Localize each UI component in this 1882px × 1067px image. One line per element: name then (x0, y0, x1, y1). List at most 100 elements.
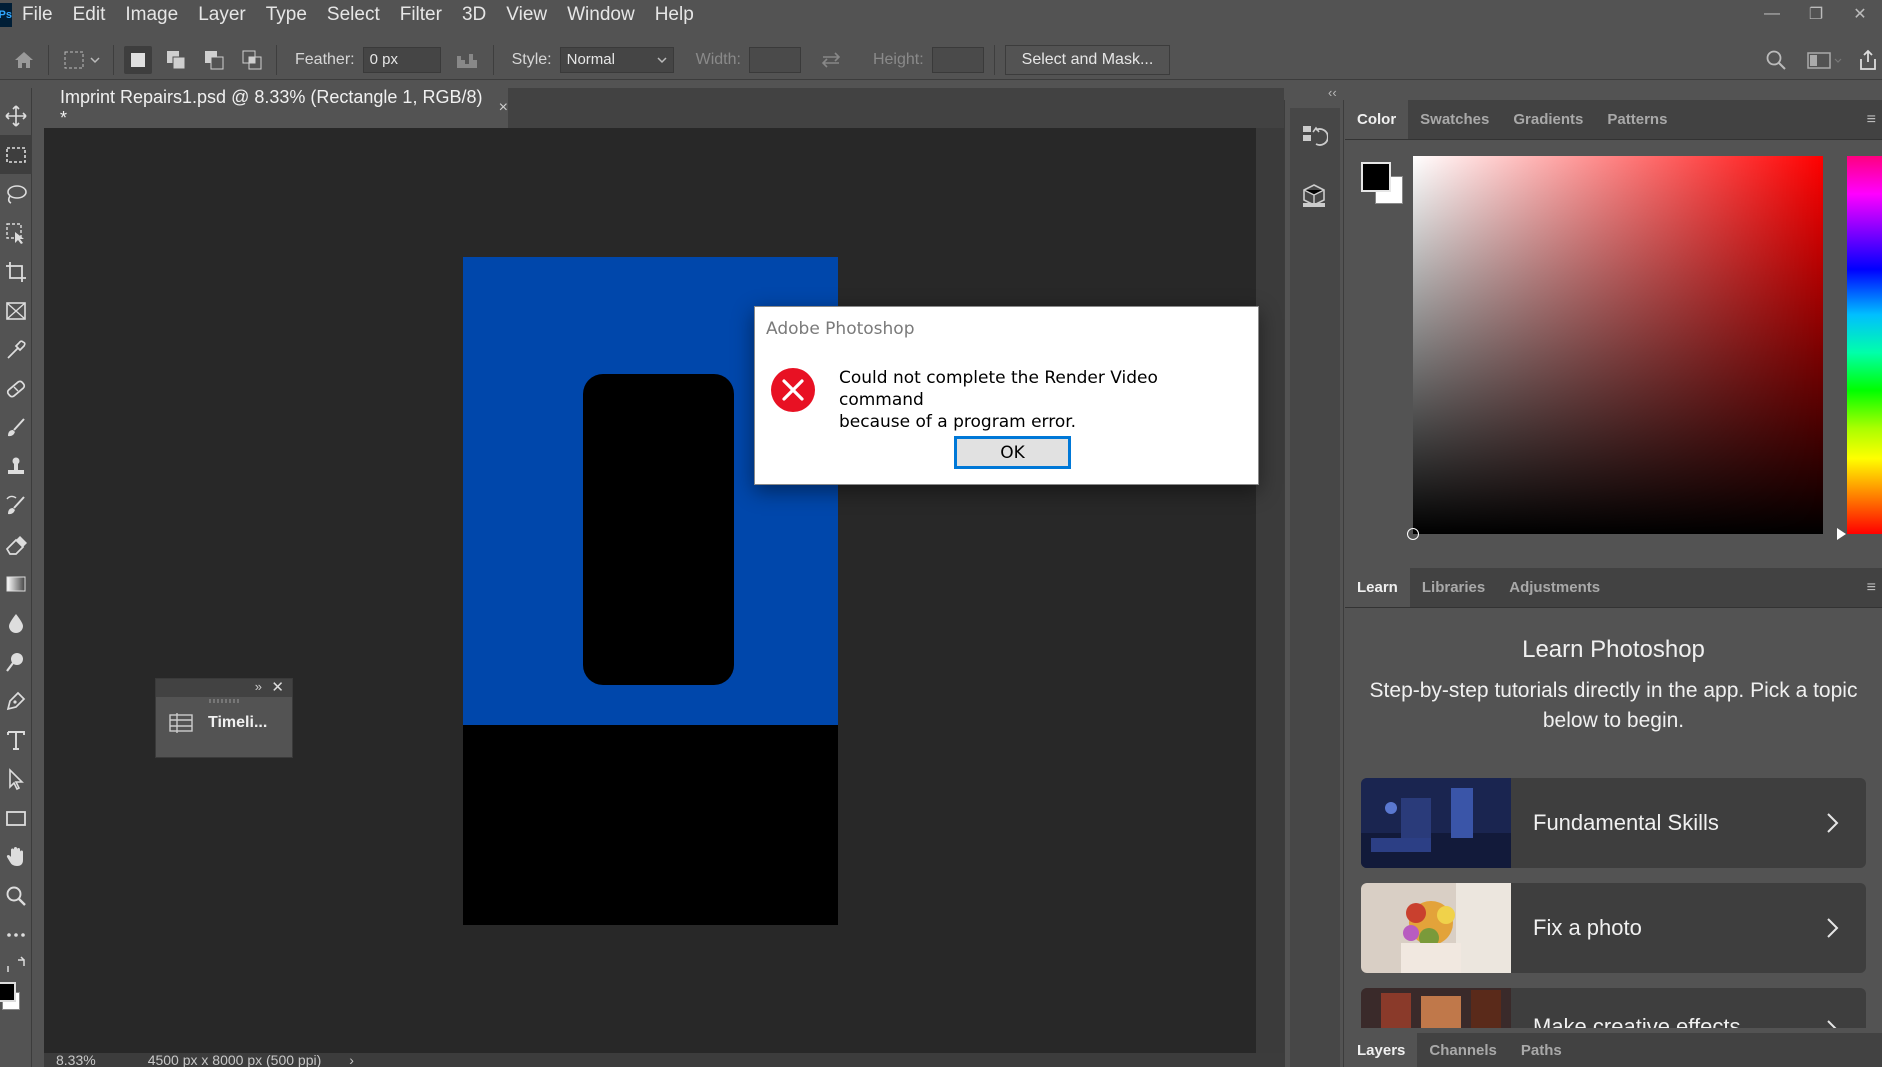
foreground-color-chip[interactable] (1361, 162, 1391, 192)
tutorial-card-fundamental-skills[interactable]: Fundamental Skills (1361, 778, 1866, 868)
toolbar-collapse-arrow[interactable] (0, 88, 32, 96)
crop-tool-icon[interactable] (0, 252, 32, 291)
3d-panel-icon[interactable] (1300, 182, 1328, 210)
select-and-mask-button[interactable]: Select and Mask... (1004, 44, 1171, 75)
eyedropper-tool-icon[interactable] (0, 330, 32, 369)
pen-tool-icon[interactable] (0, 681, 32, 720)
rectangular-marquee-tool-icon[interactable] (0, 135, 32, 174)
share-icon[interactable] (1854, 46, 1882, 74)
style-value: Normal (566, 51, 615, 68)
panel-menu-icon[interactable]: ≡ (1867, 100, 1882, 139)
tab-libraries[interactable]: Libraries (1410, 568, 1497, 607)
expand-panel-icon[interactable]: » (255, 679, 262, 694)
menu-layer[interactable]: Layer (188, 0, 256, 30)
color-panel-tabs: Color Swatches Gradients Patterns ≡ (1345, 100, 1882, 140)
menu-file[interactable]: File (12, 0, 63, 30)
eraser-tool-icon[interactable] (0, 525, 32, 564)
intersect-selection-icon[interactable] (238, 46, 266, 74)
panel-menu-icon[interactable]: ≡ (1867, 568, 1882, 607)
width-input[interactable] (748, 46, 801, 73)
subtract-selection-icon[interactable] (200, 46, 228, 74)
color-picker-field[interactable] (1407, 156, 1823, 540)
menu-view[interactable]: View (496, 0, 557, 30)
timeline-icon (169, 713, 193, 733)
new-selection-icon[interactable] (124, 45, 152, 74)
menu-image[interactable]: Image (115, 0, 188, 30)
swap-colors-icon[interactable] (0, 954, 32, 978)
style-select[interactable]: Normal (559, 46, 674, 73)
ok-button[interactable]: OK (954, 436, 1071, 469)
search-icon[interactable] (1762, 46, 1790, 74)
tab-learn[interactable]: Learn (1345, 568, 1410, 607)
dock-collapse-bar[interactable]: ‹‹ (1284, 85, 1882, 100)
tab-channels[interactable]: Channels (1417, 1033, 1509, 1067)
zoom-tool-icon[interactable] (0, 876, 32, 915)
lasso-tool-icon[interactable] (0, 174, 32, 213)
dialog-title: Adobe Photoshop (766, 319, 915, 339)
tab-gradients[interactable]: Gradients (1501, 100, 1595, 139)
zoom-level[interactable]: 8.33% (44, 1053, 96, 1067)
rectangle-1-shape[interactable] (583, 374, 734, 685)
move-tool-icon[interactable] (0, 96, 32, 135)
object-selection-tool-icon[interactable] (0, 213, 32, 252)
divider (113, 44, 114, 75)
history-brush-tool-icon[interactable] (0, 486, 32, 525)
anti-alias-icon[interactable] (455, 46, 483, 74)
path-selection-tool-icon[interactable] (0, 759, 32, 798)
feather-input[interactable]: 0 px (362, 46, 441, 73)
color-picker-cursor[interactable] (1407, 528, 1419, 540)
tutorial-card-fix-a-photo[interactable]: Fix a photo (1361, 883, 1866, 973)
artboard-black-region[interactable] (463, 725, 838, 925)
tab-paths[interactable]: Paths (1509, 1033, 1574, 1067)
floating-panel-header[interactable]: » ✕ (156, 679, 292, 697)
height-input[interactable] (931, 46, 984, 73)
clone-stamp-tool-icon[interactable] (0, 447, 32, 486)
tab-color[interactable]: Color (1345, 100, 1409, 139)
foreground-color-swatch[interactable] (0, 982, 16, 1002)
document-tab[interactable]: Imprint Repairs1.psd @ 8.33% (Rectangle … (44, 87, 508, 128)
type-tool-icon[interactable] (0, 720, 32, 759)
tab-patterns[interactable]: Patterns (1595, 100, 1679, 139)
menu-window[interactable]: Window (557, 0, 645, 30)
frame-tool-icon[interactable] (0, 291, 32, 330)
status-menu-arrow[interactable]: › (321, 1053, 354, 1067)
menu-filter[interactable]: Filter (390, 0, 452, 30)
menu-3d[interactable]: 3D (452, 0, 496, 30)
dodge-tool-icon[interactable] (0, 642, 32, 681)
hand-tool-icon[interactable] (0, 837, 32, 876)
close-window-button[interactable]: ✕ (1838, 0, 1882, 28)
timeline-button[interactable]: Timeli... (156, 703, 292, 743)
home-icon[interactable] (10, 46, 38, 74)
menu-type[interactable]: Type (256, 0, 317, 30)
close-panel-icon[interactable]: ✕ (271, 678, 284, 696)
menu-edit[interactable]: Edit (63, 0, 116, 30)
workspace-icon[interactable] (1804, 46, 1844, 74)
hue-slider[interactable] (1847, 156, 1882, 534)
blur-tool-icon[interactable] (0, 603, 32, 642)
brush-tool-icon[interactable] (0, 408, 32, 447)
status-bar: 8.33% 4500 px x 8000 px (500 ppi) › (44, 1053, 1284, 1067)
color-swatches[interactable] (0, 978, 31, 1018)
more-tools-icon[interactable] (0, 915, 32, 954)
tools-panel (0, 88, 32, 1067)
tab-layers[interactable]: Layers (1345, 1033, 1418, 1067)
minimize-button[interactable]: — (1750, 0, 1794, 28)
history-panel-icon[interactable] (1300, 122, 1329, 150)
swap-dimensions-icon[interactable] (817, 46, 845, 74)
marquee-preset-icon[interactable] (59, 46, 103, 74)
tab-swatches[interactable]: Swatches (1408, 100, 1501, 139)
close-tab-icon[interactable]: × (499, 99, 508, 117)
tutorial-card-make-creative-effects[interactable]: Make creative effects (1361, 988, 1866, 1028)
vertical-scrollbar[interactable] (1256, 128, 1284, 1053)
restore-button[interactable]: ❐ (1794, 0, 1838, 28)
rectangle-tool-icon[interactable] (0, 798, 32, 837)
hue-slider-marker[interactable] (1837, 528, 1846, 540)
collapse-dock-icon[interactable]: ‹‹ (1328, 85, 1337, 100)
menu-help[interactable]: Help (645, 0, 704, 30)
healing-brush-tool-icon[interactable] (0, 369, 32, 408)
menu-select[interactable]: Select (317, 0, 390, 30)
tab-adjustments[interactable]: Adjustments (1497, 568, 1612, 607)
add-selection-icon[interactable] (162, 46, 190, 74)
gradient-tool-icon[interactable] (0, 564, 32, 603)
tutorial-label: Make creative effects (1533, 1014, 1741, 1028)
